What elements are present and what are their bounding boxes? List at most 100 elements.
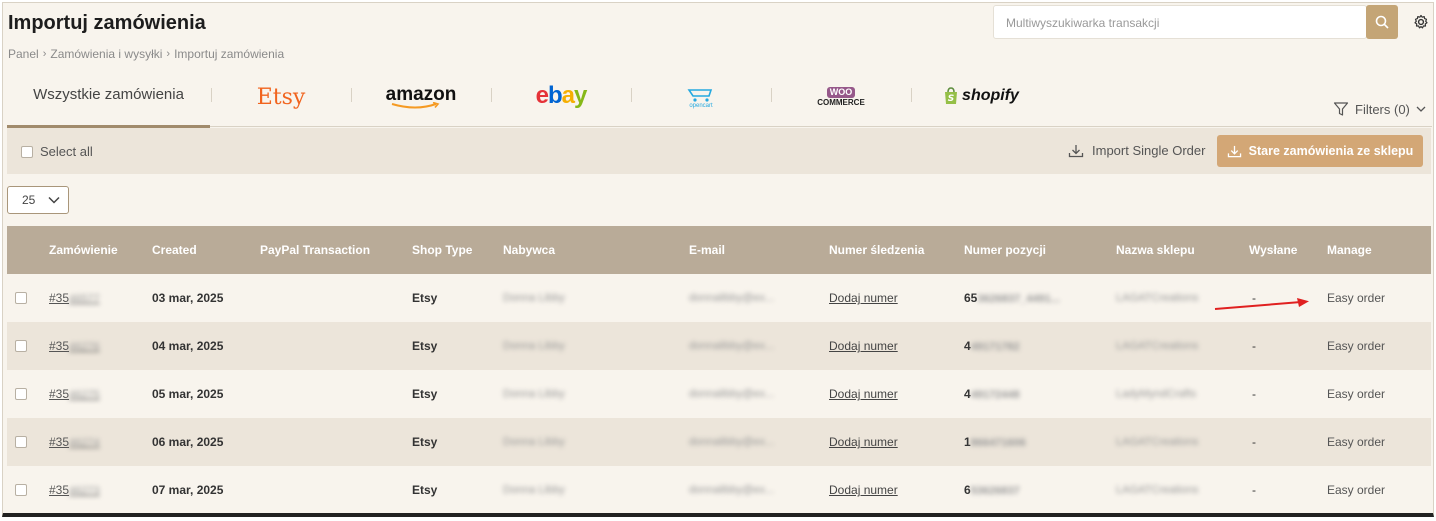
svg-text:S: S bbox=[948, 94, 954, 104]
tab-all-orders-label: Wszystkie zamówienia bbox=[33, 85, 184, 103]
gear-icon[interactable] bbox=[1413, 14, 1429, 30]
order-number-link[interactable]: #3546577 bbox=[49, 291, 100, 305]
column-header: Zamówienie bbox=[49, 243, 118, 257]
order-number-link[interactable]: #3546273 bbox=[49, 483, 100, 497]
created-date: 04 mar, 2025 bbox=[152, 339, 224, 353]
filters-label: Filters (0) bbox=[1355, 101, 1410, 117]
buyer-email: donnalibby@ex... bbox=[689, 340, 775, 352]
row-checkbox-cell bbox=[7, 322, 49, 370]
buyer-name: Donna Libby bbox=[503, 436, 565, 448]
select-all-label: Select all bbox=[40, 144, 93, 159]
ebay-letter-e: e bbox=[535, 82, 549, 109]
bulk-toolbar: Select all Import Single Order Stare zam… bbox=[7, 128, 1431, 174]
woo-commerce-text: COMMERCE bbox=[817, 98, 865, 107]
easy-order-link[interactable]: Easy order bbox=[1327, 339, 1385, 353]
page-size-value: 25 bbox=[22, 193, 36, 207]
row-checkbox[interactable] bbox=[15, 340, 27, 352]
buyer-name: Donna Libby bbox=[503, 484, 565, 496]
tab-woocommerce[interactable]: WOO COMMERCE bbox=[771, 79, 911, 127]
order-number-cell: #3546273 bbox=[49, 466, 152, 513]
created-date: 07 mar, 2025 bbox=[152, 483, 224, 497]
import-single-order-button[interactable]: Import Single Order bbox=[1068, 143, 1205, 158]
tab-amazon[interactable]: amazon bbox=[351, 79, 491, 127]
download-icon bbox=[1068, 144, 1084, 157]
search-button[interactable] bbox=[1366, 5, 1398, 39]
buyer-email: donnalibby@ex... bbox=[689, 436, 775, 448]
breadcrumb-panel[interactable]: Panel bbox=[8, 47, 39, 61]
add-tracking-link[interactable]: Dodaj numer bbox=[829, 435, 898, 449]
header-checkbox-cell bbox=[7, 226, 49, 274]
shopify-bag-icon: S bbox=[945, 87, 958, 104]
position-number-redacted: 49171782 bbox=[970, 341, 1020, 353]
shop-type: Etsy bbox=[412, 435, 438, 449]
tab-shopify[interactable]: S shopify bbox=[911, 79, 1051, 127]
easy-order-link[interactable]: Easy order bbox=[1327, 483, 1385, 497]
manage-cell: Easy order bbox=[1327, 322, 1431, 370]
tracking-cell: Dodaj numer bbox=[829, 274, 964, 322]
paypal-transaction bbox=[260, 370, 412, 418]
orders-table: Zamówienie Created PayPal Transaction Sh… bbox=[7, 226, 1431, 513]
row-checkbox-cell bbox=[7, 370, 49, 418]
order-number-redacted: 46276 bbox=[69, 341, 100, 353]
buyer-name: Donna Libby bbox=[503, 292, 565, 304]
row-checkbox[interactable] bbox=[15, 292, 27, 304]
add-tracking-link[interactable]: Dodaj numer bbox=[829, 387, 898, 401]
shop-type: Etsy bbox=[412, 291, 438, 305]
download-icon bbox=[1227, 145, 1241, 157]
easy-order-link[interactable]: Easy order bbox=[1327, 435, 1385, 449]
order-number-link[interactable]: #3546276 bbox=[49, 339, 100, 353]
add-tracking-link[interactable]: Dodaj numer bbox=[829, 291, 898, 305]
tab-ebay[interactable]: ebay bbox=[491, 79, 631, 127]
column-header: Numer śledzenia bbox=[829, 243, 925, 257]
order-number-link[interactable]: #3546275 bbox=[49, 387, 100, 401]
tracking-cell: Dodaj numer bbox=[829, 418, 964, 466]
easy-order-link[interactable]: Easy order bbox=[1327, 291, 1385, 305]
add-tracking-link[interactable]: Dodaj numer bbox=[829, 339, 898, 353]
breadcrumb-separator: › bbox=[42, 48, 47, 60]
position-number-prefix: 4 bbox=[964, 387, 971, 401]
table-row: #3546273 07 mar, 2025 Etsy Donna Libby d… bbox=[7, 466, 1431, 513]
row-checkbox[interactable] bbox=[15, 484, 27, 496]
paypal-transaction bbox=[260, 418, 412, 466]
order-number-link[interactable]: #3546274 bbox=[49, 435, 100, 449]
opencart-text: opencart bbox=[689, 103, 713, 109]
page-size-select[interactable]: 25 bbox=[7, 186, 69, 214]
tab-etsy[interactable]: Etsy bbox=[211, 79, 351, 127]
amazon-logo: amazon bbox=[386, 84, 456, 109]
woocommerce-logo: WOO COMMERCE bbox=[817, 87, 865, 107]
old-orders-import-button[interactable]: Stare zamówienia ze sklepu bbox=[1217, 135, 1423, 167]
buyer-email: donnalibby@ex... bbox=[689, 292, 775, 304]
select-all-checkbox[interactable]: Select all bbox=[21, 144, 93, 159]
row-checkbox[interactable] bbox=[15, 436, 27, 448]
shop-type: Etsy bbox=[412, 339, 438, 353]
order-number-prefix: #35 bbox=[49, 387, 70, 401]
order-number-redacted: 46275 bbox=[69, 389, 100, 401]
breadcrumb: Panel › Zamówienia i wysyłki › Importuj … bbox=[8, 47, 284, 61]
red-arrow-annotation bbox=[1214, 298, 1309, 310]
chevron-down-icon bbox=[48, 196, 60, 204]
table-header-row: Zamówienie Created PayPal Transaction Sh… bbox=[7, 226, 1431, 274]
shop-tabs: Wszystkie zamówienia Etsy amazon ebay op… bbox=[7, 79, 1432, 128]
search-input[interactable]: Multiwyszukiwarka transakcji bbox=[993, 5, 1367, 39]
buyer-name: Donna Libby bbox=[503, 340, 565, 352]
position-number-cell: 1866471606 bbox=[964, 418, 1116, 466]
row-checkbox[interactable] bbox=[15, 388, 27, 400]
opencart-logo: opencart bbox=[687, 87, 715, 109]
amazon-smile-icon bbox=[391, 102, 440, 109]
position-number-redacted: 3626837_4491... bbox=[977, 293, 1060, 305]
add-tracking-link[interactable]: Dodaj numer bbox=[829, 483, 898, 497]
order-number-redacted: 46273 bbox=[69, 485, 100, 497]
column-header: Manage bbox=[1327, 243, 1372, 257]
easy-order-link[interactable]: Easy order bbox=[1327, 387, 1385, 401]
filters-dropdown[interactable]: Filters (0) bbox=[1333, 101, 1426, 117]
position-number-cell: 449172448 bbox=[964, 370, 1116, 418]
tab-all-orders[interactable]: Wszystkie zamówienia bbox=[7, 79, 210, 128]
ebay-letter-y: y bbox=[574, 82, 587, 109]
table-row: #3546275 05 mar, 2025 Etsy Donna Libby d… bbox=[7, 370, 1431, 418]
manage-cell: Easy order bbox=[1327, 418, 1431, 466]
tab-opencart[interactable]: opencart bbox=[631, 79, 771, 127]
breadcrumb-orders[interactable]: Zamówienia i wysyłki bbox=[50, 47, 162, 61]
position-number-redacted: 49172448 bbox=[970, 389, 1020, 401]
checkbox[interactable] bbox=[21, 145, 33, 158]
shopify-text: shopify bbox=[962, 87, 1019, 104]
